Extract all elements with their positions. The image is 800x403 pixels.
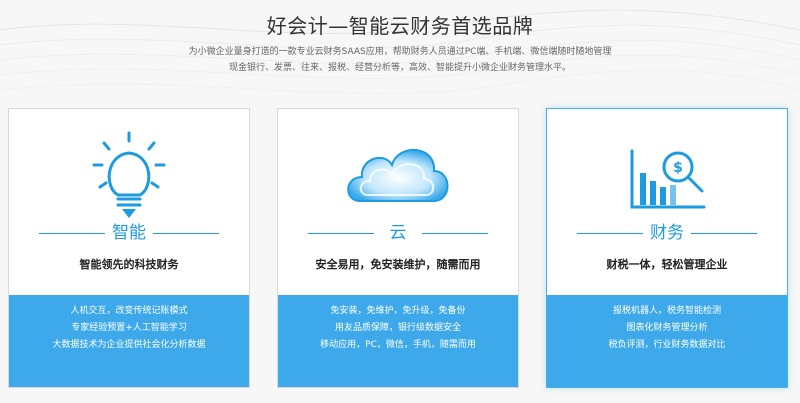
card-detail-line: 移动应用，PC，微信，手机，随需而用 (320, 340, 476, 350)
lightbulb-icon (92, 131, 166, 218)
card-detail-line: 图表化财务管理分析 (626, 323, 708, 333)
finance-chart-icon: $ (630, 149, 706, 209)
card-detail-line: 用友品质保障，银行级数据安全 (334, 323, 461, 333)
divider-right (153, 233, 219, 234)
card-details-panel: 报税机器人，税务智能检测 图表化财务管理分析 税负评测，行业财务数据对比 (547, 295, 787, 387)
feature-card-smart[interactable]: 智能 智能领先的科技财务 人机交互，改变传统记账模式 专家经验预置+人工智能学习… (8, 108, 250, 388)
card-headline: 智能领先的科技财务 (79, 258, 179, 271)
card-headline: 安全易用，免安装维护，随需而用 (315, 258, 481, 271)
card-detail-line: 免安装，免维护，免升级，免备份 (330, 306, 466, 316)
cloud-icon (347, 149, 449, 202)
card-detail-line: 税负评测，行业财务数据对比 (608, 340, 726, 350)
card-detail-line: 专家经验预置+人工智能学习 (71, 323, 187, 333)
divider-right (422, 233, 488, 234)
page-subtitle: 为小微企业量身打造的一款专业云财务SAAS应用，帮助财务人员通过PC端、手机端、… (188, 47, 612, 73)
card-details-panel: 免安装，免维护，免升级，免备份 用友品质保障，银行级数据安全 移动应用，PC，微… (278, 295, 518, 387)
card-detail-line: 报税机器人，税务智能检测 (612, 306, 721, 316)
card-details-panel: 人机交互，改变传统记账模式 专家经验预置+人工智能学习 大数据技术为企业提供社会… (9, 295, 249, 387)
divider-right (691, 233, 757, 234)
card-detail-line: 人机交互，改变传统记账模式 (70, 306, 188, 316)
page-title: 好会计—智能云财务首选品牌 (266, 14, 534, 38)
feature-card-finance[interactable]: $ 财务 财税一体，轻松管理企业 报税机器人，税务智能检测 图表化财务管理分析 … (546, 108, 788, 388)
svg-text:$: $ (673, 160, 683, 176)
feature-card-cloud[interactable]: 云 安全易用，免安装维护，随需而用 免安装，免维护，免升级，免备份 用友品质保障… (277, 108, 519, 388)
card-headline: 财税一体，轻松管理企业 (606, 258, 728, 271)
card-detail-line: 大数据技术为企业提供社会化分析数据 (52, 340, 206, 350)
